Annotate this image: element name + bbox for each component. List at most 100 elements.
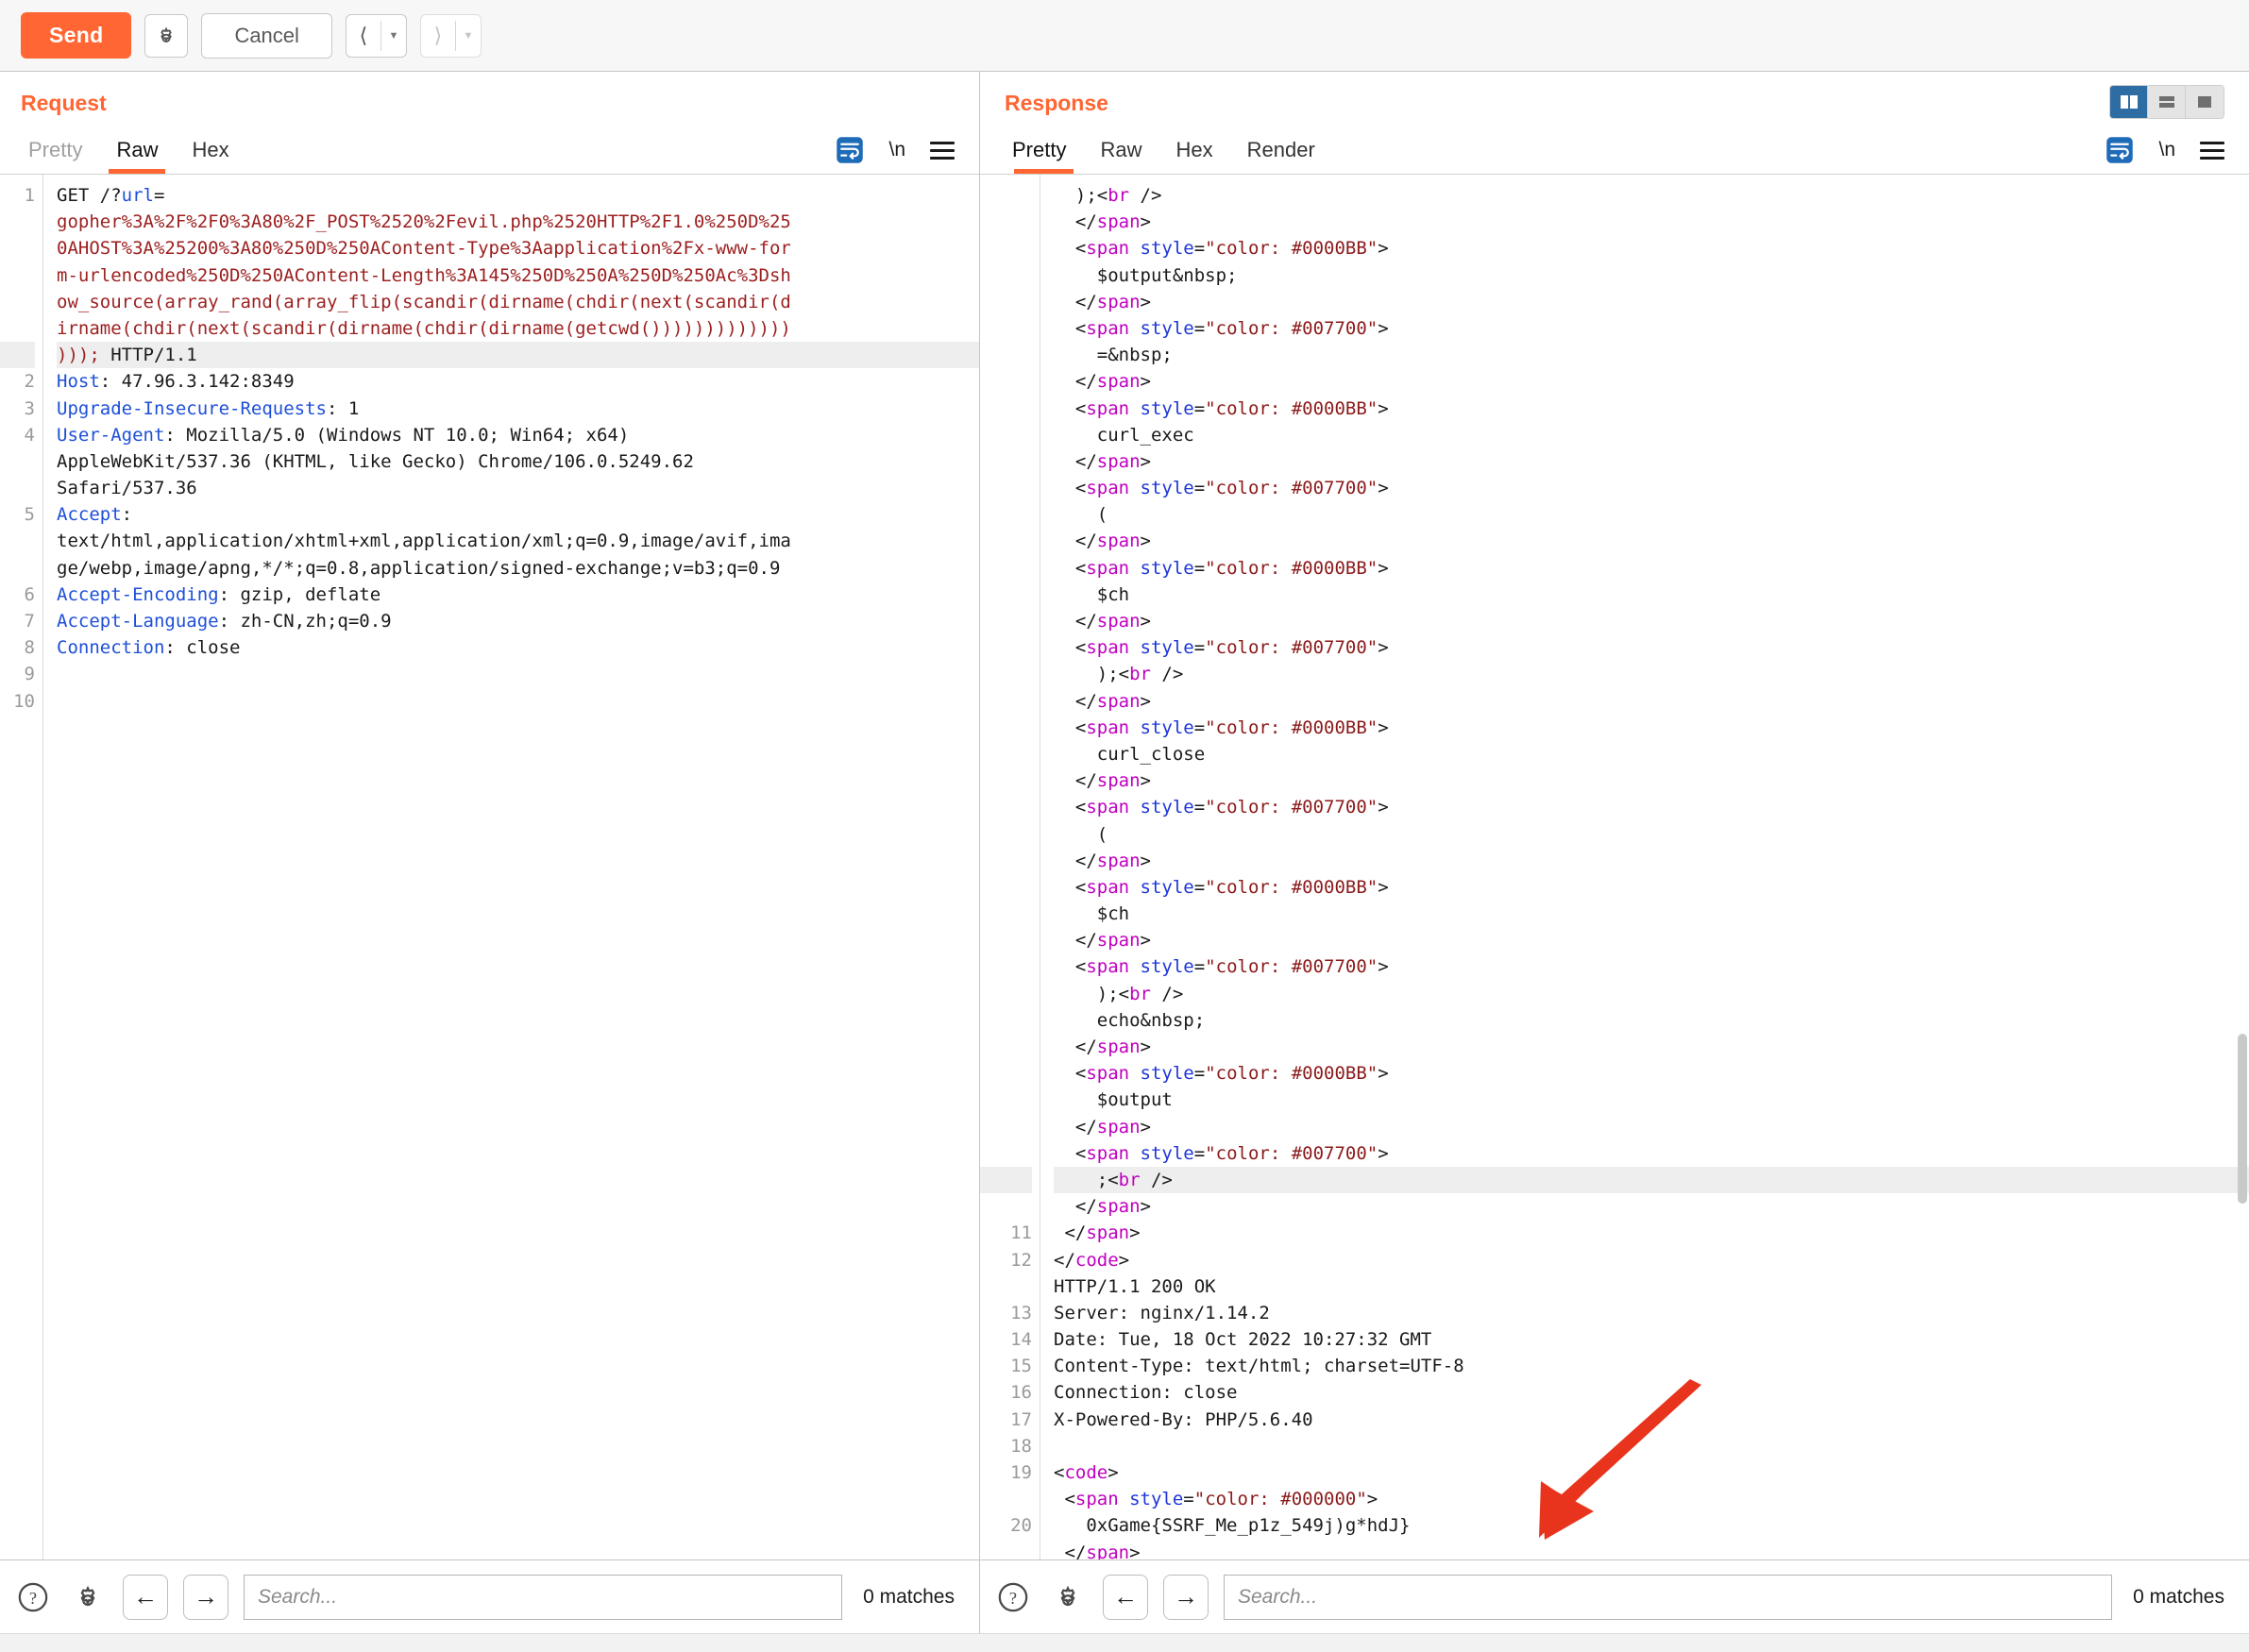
request-code-line[interactable]: Connection: close (57, 634, 979, 661)
request-code-line[interactable]: text/html,application/xhtml+xml,applicat… (57, 528, 979, 554)
response-code-line[interactable]: <span style="color: #000000"> (1054, 1486, 2249, 1512)
response-code-line[interactable]: </span> (1054, 1034, 2249, 1060)
request-code-line[interactable]: 0AHOST%3A%25200%3A80%250D%250AContent-Ty… (57, 235, 979, 261)
request-editor[interactable]: 1 2 3 4 5 6 7 8 9 10 GET /?url= gopher%3A%2F%2F0%3… (0, 174, 979, 1559)
gear-icon[interactable] (1048, 1577, 1088, 1617)
response-code-line[interactable]: <span style="color: #007700"> (1054, 475, 2249, 501)
request-code-line[interactable]: m-urlencoded%250D%250AContent-Length%3A1… (57, 262, 979, 289)
response-code-line[interactable]: curl_close (1054, 741, 2249, 767)
response-code-line[interactable]: <span style="color: #007700"> (1054, 315, 2249, 342)
response-code-line[interactable]: <span style="color: #007700"> (1054, 794, 2249, 820)
word-wrap-icon[interactable] (836, 136, 864, 164)
request-code-line[interactable]: Host: 47.96.3.142:8349 (57, 368, 979, 395)
response-editor[interactable]: 1112131415161718192021 );<br /> </span> … (980, 174, 2249, 1559)
layout-stacked-button[interactable] (2148, 86, 2186, 118)
response-code-line[interactable]: </code> (1054, 1247, 2249, 1273)
response-code-line[interactable]: Content-Type: text/html; charset=UTF-8 (1054, 1353, 2249, 1379)
request-code-line[interactable]: AppleWebKit/537.36 (KHTML, like Gecko) C… (57, 448, 979, 475)
response-code-line[interactable]: $output&nbsp; (1054, 262, 2249, 289)
next-request-button[interactable]: ⟩ ▼ (419, 13, 482, 58)
search-back-button[interactable]: ← (1103, 1574, 1148, 1620)
request-code-line[interactable]: gopher%3A%2F%2F0%3A80%2F_POST%2520%2Fevi… (57, 209, 979, 235)
response-code-line[interactable]: </span> (1054, 1540, 2249, 1559)
response-code-line[interactable]: </span> (1054, 289, 2249, 315)
request-code-line[interactable]: Accept: (57, 501, 979, 528)
response-code-line[interactable]: $ch (1054, 582, 2249, 608)
response-code-line[interactable]: Server: nginx/1.14.2 (1054, 1300, 2249, 1326)
help-icon[interactable]: ? (993, 1577, 1033, 1617)
response-code-line[interactable]: <span style="color: #0000BB"> (1054, 715, 2249, 741)
response-code-line[interactable]: <span style="color: #0000BB"> (1054, 396, 2249, 422)
request-code-line[interactable]: ge/webp,image/apng,*/*;q=0.8,application… (57, 555, 979, 582)
request-code-line[interactable]: Upgrade-Insecure-Requests: 1 (57, 396, 979, 422)
response-code-line[interactable]: ;<br /> (1054, 1166, 2249, 1194)
request-search-input[interactable] (244, 1574, 843, 1620)
hamburger-menu-icon[interactable] (930, 141, 955, 160)
request-code-line[interactable] (57, 688, 979, 715)
response-code-line[interactable]: <span style="color: #0000BB"> (1054, 235, 2249, 261)
response-code-line[interactable]: </span> (1054, 209, 2249, 235)
response-code-line[interactable]: <span style="color: #007700"> (1054, 953, 2249, 980)
response-vertical-scrollbar[interactable] (2238, 175, 2247, 1559)
response-code-line[interactable]: 0xGame{SSRF_Me_p1z_549j)g*hdJ} (1054, 1512, 2249, 1539)
response-code-line[interactable]: <span style="color: #0000BB"> (1054, 555, 2249, 582)
layout-side-by-side-button[interactable] (2110, 86, 2148, 118)
response-code-line[interactable]: curl_exec (1054, 422, 2249, 448)
response-code-line[interactable]: <span style="color: #0000BB"> (1054, 874, 2249, 901)
response-code-line[interactable]: </span> (1054, 368, 2249, 395)
search-forward-button[interactable]: → (1163, 1574, 1209, 1620)
response-code[interactable]: );<br /> </span> <span style="color: #00… (1040, 175, 2249, 1559)
response-code-line[interactable]: );<br /> (1054, 981, 2249, 1007)
request-code-line[interactable]: Accept-Encoding: gzip, deflate (57, 582, 979, 608)
gear-icon[interactable] (68, 1577, 108, 1617)
tab-response-raw[interactable]: Raw (1083, 138, 1158, 174)
word-wrap-icon[interactable] (2105, 136, 2134, 164)
help-icon[interactable]: ? (13, 1577, 53, 1617)
tab-request-pretty[interactable]: Pretty (21, 138, 99, 174)
request-code-line[interactable]: ))); HTTP/1.1 (57, 342, 979, 369)
tab-request-raw[interactable]: Raw (99, 138, 175, 174)
response-search-input[interactable] (1224, 1574, 2113, 1620)
search-back-button[interactable]: ← (123, 1574, 168, 1620)
response-code-line[interactable]: ( (1054, 821, 2249, 848)
previous-request-button[interactable]: ⟨ ▼ (345, 13, 407, 58)
response-code-line[interactable]: </span> (1054, 608, 2249, 634)
search-forward-button[interactable]: → (183, 1574, 228, 1620)
response-code-line[interactable]: echo&nbsp; (1054, 1007, 2249, 1034)
request-code-line[interactable] (57, 661, 979, 687)
request-code-line[interactable]: irname(chdir(next(scandir(dirname(chdir(… (57, 315, 979, 342)
response-code-line[interactable]: </span> (1054, 927, 2249, 953)
newline-icon[interactable]: \n (888, 139, 905, 161)
tab-response-hex[interactable]: Hex (1158, 138, 1229, 174)
newline-icon[interactable]: \n (2158, 139, 2175, 161)
response-code-line[interactable]: <span style="color: #007700"> (1054, 634, 2249, 661)
response-code-line[interactable]: </span> (1054, 1114, 2249, 1140)
response-code-line[interactable]: Connection: close (1054, 1379, 2249, 1406)
request-code-line[interactable]: ow_source(array_rand(array_flip(scandir(… (57, 289, 979, 315)
request-code-line[interactable]: Safari/537.36 (57, 475, 979, 501)
request-code-line[interactable]: Accept-Language: zh-CN,zh;q=0.9 (57, 608, 979, 634)
response-code-line[interactable]: </span> (1054, 688, 2249, 715)
response-code-line[interactable]: $output (1054, 1087, 2249, 1113)
layout-single-pane-button[interactable] (2186, 86, 2224, 118)
cancel-button[interactable]: Cancel (201, 12, 332, 59)
response-code-line[interactable]: <code> (1054, 1459, 2249, 1486)
response-code-line[interactable]: =&nbsp; (1054, 342, 2249, 368)
request-code-line[interactable]: GET /?url= (57, 182, 979, 209)
request-code-line[interactable]: User-Agent: Mozilla/5.0 (Windows NT 10.0… (57, 422, 979, 448)
send-settings-button[interactable] (144, 13, 189, 58)
response-code-line[interactable]: );<br /> (1054, 661, 2249, 687)
response-code-line[interactable]: <span style="color: #007700"> (1054, 1140, 2249, 1167)
response-code-line[interactable]: HTTP/1.1 200 OK (1054, 1273, 2249, 1300)
response-code-line[interactable]: </span> (1054, 1193, 2249, 1220)
tab-response-pretty[interactable]: Pretty (1005, 138, 1083, 174)
response-code-line[interactable]: Date: Tue, 18 Oct 2022 10:27:32 GMT (1054, 1326, 2249, 1353)
response-code-line[interactable]: </span> (1054, 767, 2249, 794)
caret-down-icon[interactable]: ▼ (456, 15, 481, 57)
response-code-line[interactable]: </span> (1054, 1220, 2249, 1246)
tab-response-render[interactable]: Render (1230, 138, 1332, 174)
request-code[interactable]: GET /?url= gopher%3A%2F%2F0%3A80%2F_POST%… (43, 175, 979, 1559)
response-code-line[interactable]: $ch (1054, 901, 2249, 927)
tab-request-hex[interactable]: Hex (175, 138, 245, 174)
caret-down-icon[interactable]: ▼ (381, 15, 406, 57)
